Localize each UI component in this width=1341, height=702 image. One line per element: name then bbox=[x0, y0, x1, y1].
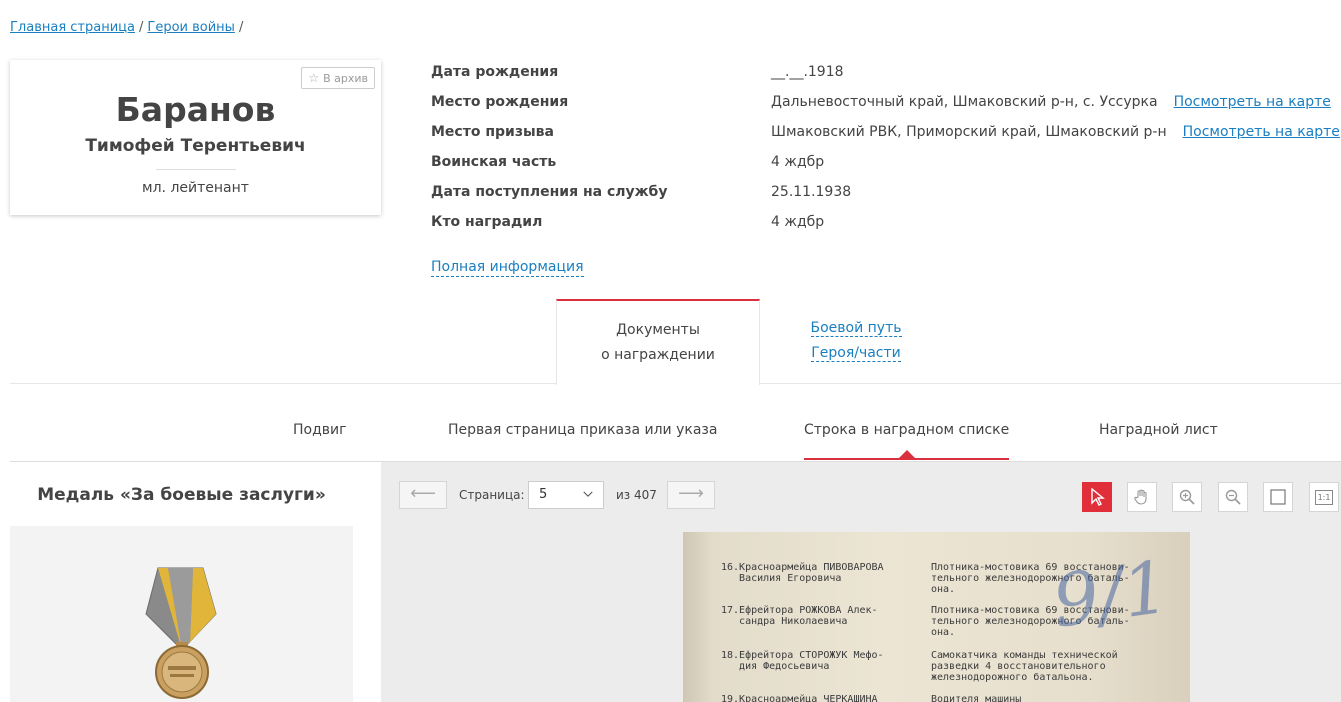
info-value: Дальневосточный край, Шмаковский р-н, с.… bbox=[771, 90, 1331, 114]
award-title: Медаль «За боевые заслуги» bbox=[37, 485, 326, 505]
hero-rank: мл. лейтенант bbox=[142, 180, 249, 196]
medal-image bbox=[10, 526, 353, 702]
tab-award-documents-line2: о награждении bbox=[601, 347, 715, 363]
page-total: из 407 bbox=[616, 488, 657, 502]
info-row-draft-place: Место призыва Шмаковский РВК, Приморский… bbox=[431, 120, 1340, 150]
hand-tool-button[interactable] bbox=[1127, 482, 1157, 512]
zoom-out-button[interactable] bbox=[1218, 482, 1248, 512]
subtab-award-sheet[interactable]: Наградной лист bbox=[1099, 422, 1218, 438]
page-select-value: 5 bbox=[539, 487, 548, 502]
info-label: Дата поступления на службу bbox=[431, 184, 668, 200]
info-row-service-start: Дата поступления на службу 25.11.1938 bbox=[431, 180, 1331, 210]
info-value-text: 25.11.1938 bbox=[771, 184, 852, 200]
hero-card: ☆ В архив Баранов Тимофей Терентьевич мл… bbox=[10, 60, 381, 215]
tab-combat-path-line1: Боевой путь bbox=[810, 320, 902, 337]
fit-page-button[interactable] bbox=[1263, 482, 1293, 512]
hand-icon bbox=[1134, 489, 1147, 505]
info-row-military-unit: Воинская часть 4 ждбр bbox=[431, 150, 1331, 180]
subtab-award-list-row[interactable]: Строка в наградном списке bbox=[804, 422, 1010, 460]
pointer-tool-button[interactable] bbox=[1082, 482, 1112, 512]
info-value: Шмаковский РВК, Приморский край, Шмаковс… bbox=[771, 120, 1340, 144]
tab-combat-path-line2: Героя/части bbox=[811, 345, 901, 362]
info-value-text: __.__.1918 bbox=[771, 64, 844, 80]
breadcrumb: Главная страница / Герои войны / bbox=[10, 20, 247, 35]
info-label: Дата рождения bbox=[431, 64, 559, 80]
info-label: Кто наградил bbox=[431, 214, 543, 230]
info-row-birth-place: Место рождения Дальневосточный край, Шма… bbox=[431, 90, 1331, 120]
zoom-in-button[interactable] bbox=[1172, 482, 1202, 512]
document-entry-name: 16.Красноармейца ПИВОВАРОВА Василия Егор… bbox=[721, 562, 884, 584]
document-entry-name: 17.Ефрейтора РОЖКОВА Алек- сандра Никола… bbox=[721, 605, 878, 627]
full-info-link[interactable]: Полная информация bbox=[431, 259, 584, 277]
hero-surname: Баранов bbox=[115, 90, 276, 129]
info-value: 4 ждбр bbox=[771, 150, 824, 174]
breadcrumb-home-link[interactable]: Главная страница bbox=[10, 20, 135, 35]
breadcrumb-separator: / bbox=[139, 20, 144, 35]
fit-page-icon bbox=[1270, 489, 1286, 505]
tab-combat-path[interactable]: Боевой путь Героя/части bbox=[760, 299, 952, 383]
scanned-document[interactable]: 16.Красноармейца ПИВОВАРОВА Василия Егор… bbox=[683, 532, 1190, 702]
archive-button[interactable]: ☆ В архив bbox=[301, 67, 375, 89]
hero-info-table: Дата рождения __.__.1918 Место рождения … bbox=[431, 60, 1340, 240]
info-label: Место призыва bbox=[431, 124, 554, 140]
view-on-map-link[interactable]: Посмотреть на карте bbox=[1174, 94, 1331, 110]
breadcrumb-heroes-link[interactable]: Герои войны bbox=[147, 20, 235, 35]
star-icon: ☆ bbox=[308, 71, 320, 85]
info-value: 25.11.1938 bbox=[771, 180, 851, 204]
page-label: Страница: bbox=[459, 488, 525, 502]
archive-button-label: В архив bbox=[323, 71, 368, 85]
document-entry-role: Самокатчика команды технической разведки… bbox=[931, 650, 1118, 683]
handwritten-mark: 9/1 bbox=[1047, 544, 1175, 644]
next-page-button[interactable]: ⟶ bbox=[667, 481, 715, 509]
pointer-icon bbox=[1091, 488, 1105, 506]
info-value: 4 ждбр bbox=[771, 210, 824, 234]
medal-icon bbox=[145, 567, 217, 699]
breadcrumb-separator: / bbox=[238, 20, 244, 35]
actual-size-button[interactable]: 1:1 bbox=[1309, 482, 1339, 512]
document-entry-name: 19.Красноармейца ЧЕРКАШИНА bbox=[721, 694, 878, 702]
page-select[interactable]: 5 bbox=[528, 481, 604, 509]
document-subtabs: Подвиг Первая страница приказа или указа… bbox=[10, 384, 1341, 462]
tab-award-documents[interactable]: Документы о награждении bbox=[556, 299, 760, 385]
subtab-order-first-page[interactable]: Первая страница приказа или указа bbox=[448, 422, 717, 438]
document-viewer: ⟵ Страница: 5 из 407 ⟶ 1:1 16.Красноарме… bbox=[381, 462, 1341, 702]
info-label: Место рождения bbox=[431, 94, 569, 110]
info-value-text: Дальневосточный край, Шмаковский р-н, с.… bbox=[771, 94, 1158, 110]
info-row-awarded-by: Кто наградил 4 ждбр bbox=[431, 210, 1331, 240]
info-value-text: Шмаковский РВК, Приморский край, Шмаковс… bbox=[771, 124, 1167, 140]
subtab-feat[interactable]: Подвиг bbox=[293, 422, 346, 438]
prev-page-button[interactable]: ⟵ bbox=[399, 481, 447, 509]
view-on-map-link[interactable]: Посмотреть на карте bbox=[1183, 124, 1340, 140]
info-value-text: 4 ждбр bbox=[771, 154, 825, 170]
zoom-in-icon bbox=[1179, 489, 1195, 505]
zoom-out-icon bbox=[1225, 489, 1241, 505]
document-entry-role: Водителя машины bbox=[931, 694, 1022, 702]
tab-award-documents-line1: Документы bbox=[616, 322, 700, 338]
document-entry-name: 18.Ефрейтора СТОРОЖУК Мефо- дия Федосьев… bbox=[721, 650, 884, 672]
card-divider bbox=[156, 169, 236, 170]
info-label: Воинская часть bbox=[431, 154, 557, 170]
info-row-birth-date: Дата рождения __.__.1918 bbox=[431, 60, 1331, 90]
info-value-text: 4 ждбр bbox=[771, 214, 825, 230]
actual-size-icon: 1:1 bbox=[1314, 489, 1334, 505]
hero-given-names: Тимофей Терентьевич bbox=[85, 136, 306, 156]
chevron-down-icon bbox=[583, 491, 593, 497]
info-value: __.__.1918 bbox=[771, 60, 844, 84]
